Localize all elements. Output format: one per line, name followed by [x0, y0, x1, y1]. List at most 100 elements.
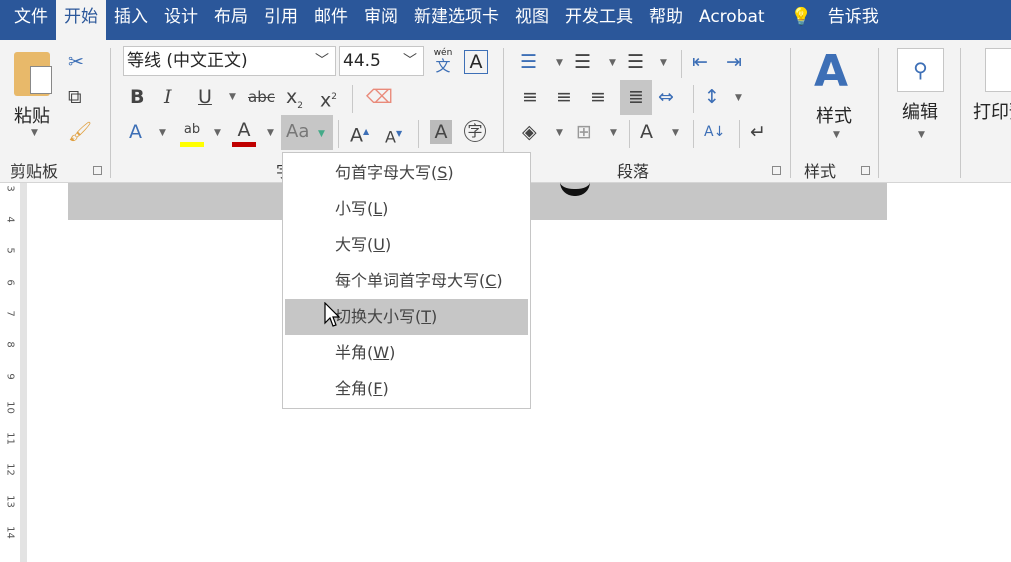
borders-icon[interactable]: ⊞: [576, 120, 592, 144]
menu-accel: U: [373, 235, 385, 254]
enclose-characters-icon[interactable]: 字: [464, 120, 486, 142]
ruler-number: 14: [4, 526, 16, 539]
numbering-dropdown[interactable]: ▼: [609, 58, 616, 68]
font-color-dropdown[interactable]: ▼: [267, 128, 274, 138]
chevron-down-icon[interactable]: ﹀: [403, 47, 417, 75]
shading-icon[interactable]: ◈: [522, 120, 537, 144]
asian-layout-dropdown[interactable]: ▼: [672, 128, 679, 138]
tab-view[interactable]: 视图: [507, 0, 557, 40]
tab-file[interactable]: 文件: [6, 0, 56, 40]
show-marks-icon[interactable]: ↵: [750, 120, 766, 144]
tab-help[interactable]: 帮助: [641, 0, 691, 40]
align-left-icon[interactable]: ≡: [522, 85, 538, 109]
sort-icon[interactable]: A↓: [704, 120, 725, 144]
menu-paren: ): [382, 379, 389, 398]
styles-button[interactable]: 样式: [816, 102, 852, 128]
lightbulb-icon[interactable]: 💡: [783, 0, 820, 40]
clear-formatting-icon[interactable]: ⌫: [366, 85, 393, 109]
divider: [681, 50, 682, 78]
divider: [790, 48, 791, 178]
line-spacing-dropdown[interactable]: ▼: [735, 93, 742, 103]
tab-home[interactable]: 开始: [56, 0, 106, 40]
borders-dropdown[interactable]: ▼: [610, 128, 617, 138]
menu-item-capitalize-each-word[interactable]: 每个单词首字母大写(C): [285, 263, 528, 299]
multilevel-list-icon[interactable]: ☰: [627, 50, 644, 74]
font-name-value: 等线 (中文正文): [127, 51, 248, 71]
paste-dropdown[interactable]: ▼: [31, 128, 38, 138]
character-shading-icon[interactable]: A: [430, 120, 452, 144]
multilevel-dropdown[interactable]: ▼: [660, 58, 667, 68]
font-size-combo[interactable]: 44.5 ﹀: [339, 46, 424, 76]
change-case-button[interactable]: Aa ▼: [281, 115, 333, 150]
tab-design[interactable]: 设计: [156, 0, 206, 40]
copy-icon[interactable]: ⧉: [68, 85, 82, 109]
align-right-icon[interactable]: ≡: [590, 85, 606, 109]
editing-dropdown[interactable]: ▼: [918, 130, 925, 140]
tab-new-tab[interactable]: 新建选项卡: [406, 0, 507, 40]
menu-paren: ): [431, 307, 438, 326]
underline-dropdown[interactable]: ▼: [229, 92, 236, 102]
menu-accel: L: [373, 199, 383, 218]
increase-indent-icon[interactable]: ⇥: [726, 50, 742, 74]
decrease-indent-icon[interactable]: ⇤: [692, 50, 708, 74]
tab-developer[interactable]: 开发工具: [557, 0, 641, 40]
menu-item-toggle-case[interactable]: 切换大小写(T): [285, 299, 528, 335]
search-icon[interactable]: ⚲: [897, 48, 944, 92]
superscript-icon[interactable]: x2: [320, 85, 337, 112]
paragraph-launcher-icon[interactable]: [772, 166, 781, 175]
tab-mailings[interactable]: 邮件: [306, 0, 356, 40]
paste-button[interactable]: 粘贴: [14, 102, 50, 128]
text-effects-icon[interactable]: A: [129, 120, 142, 144]
menu-item-half-width[interactable]: 半角(W): [285, 335, 528, 371]
subscript-icon[interactable]: x2: [286, 85, 303, 118]
print-preview-button[interactable]: 打印预: [973, 98, 1011, 124]
menu-item-full-width[interactable]: 全角(F): [285, 371, 528, 407]
print-preview-icon[interactable]: [985, 48, 1011, 92]
ruler-number: 12: [4, 463, 16, 476]
cut-icon[interactable]: ✂: [68, 50, 84, 74]
styles-dropdown[interactable]: ▼: [833, 130, 840, 140]
italic-icon[interactable]: I: [164, 85, 172, 109]
asian-layout-icon[interactable]: A: [640, 120, 653, 144]
tell-me[interactable]: 告诉我: [820, 0, 887, 40]
phonetic-guide-button[interactable]: wén 文: [431, 48, 455, 74]
font-name-combo[interactable]: 等线 (中文正文) ﹀: [123, 46, 336, 76]
numbering-icon[interactable]: ☰: [574, 50, 591, 74]
grow-font-icon[interactable]: A▲: [350, 120, 369, 147]
font-color-icon[interactable]: A: [232, 118, 256, 147]
tab-review[interactable]: 审阅: [356, 0, 406, 40]
styles-icon[interactable]: A: [814, 48, 848, 96]
line-spacing-icon[interactable]: ↕: [704, 85, 720, 109]
change-case-dropdown-icon: ▼: [318, 129, 325, 139]
format-painter-icon[interactable]: 🖌: [68, 120, 92, 144]
tab-layout[interactable]: 布局: [206, 0, 256, 40]
ruler-number: 8: [4, 341, 16, 348]
tab-references[interactable]: 引用: [256, 0, 306, 40]
bold-icon[interactable]: B: [130, 85, 144, 109]
tab-acrobat[interactable]: Acrobat: [691, 0, 773, 40]
justify-icon[interactable]: ≣: [620, 80, 652, 115]
menu-item-lowercase[interactable]: 小写(L): [285, 191, 528, 227]
styles-launcher-icon[interactable]: [861, 166, 870, 175]
bullets-icon[interactable]: ☰: [520, 50, 537, 74]
menu-item-uppercase[interactable]: 大写(U): [285, 227, 528, 263]
highlight-dropdown[interactable]: ▼: [214, 128, 221, 138]
editing-button[interactable]: 编辑: [902, 98, 938, 124]
align-center-icon[interactable]: ≡: [556, 85, 572, 109]
clipboard-launcher-icon[interactable]: [93, 166, 102, 175]
bullets-dropdown[interactable]: ▼: [556, 58, 563, 68]
shading-dropdown[interactable]: ▼: [556, 128, 563, 138]
character-border-icon[interactable]: A: [464, 50, 488, 74]
menu-item-sentence-case[interactable]: 句首字母大写(S): [285, 155, 528, 191]
chevron-down-icon[interactable]: ﹀: [315, 47, 329, 75]
paste-icon[interactable]: [14, 52, 52, 96]
divider: [739, 120, 740, 148]
shrink-font-icon[interactable]: A▼: [385, 122, 402, 149]
highlight-color-icon[interactable]: ab: [180, 118, 204, 147]
text-effects-dropdown[interactable]: ▼: [159, 128, 166, 138]
underline-icon[interactable]: U: [198, 85, 212, 109]
distributed-icon[interactable]: ⇔: [658, 85, 674, 109]
tab-insert[interactable]: 插入: [106, 0, 156, 40]
styles-group-label: 样式: [804, 162, 837, 181]
strikethrough-icon[interactable]: abc: [248, 85, 275, 109]
